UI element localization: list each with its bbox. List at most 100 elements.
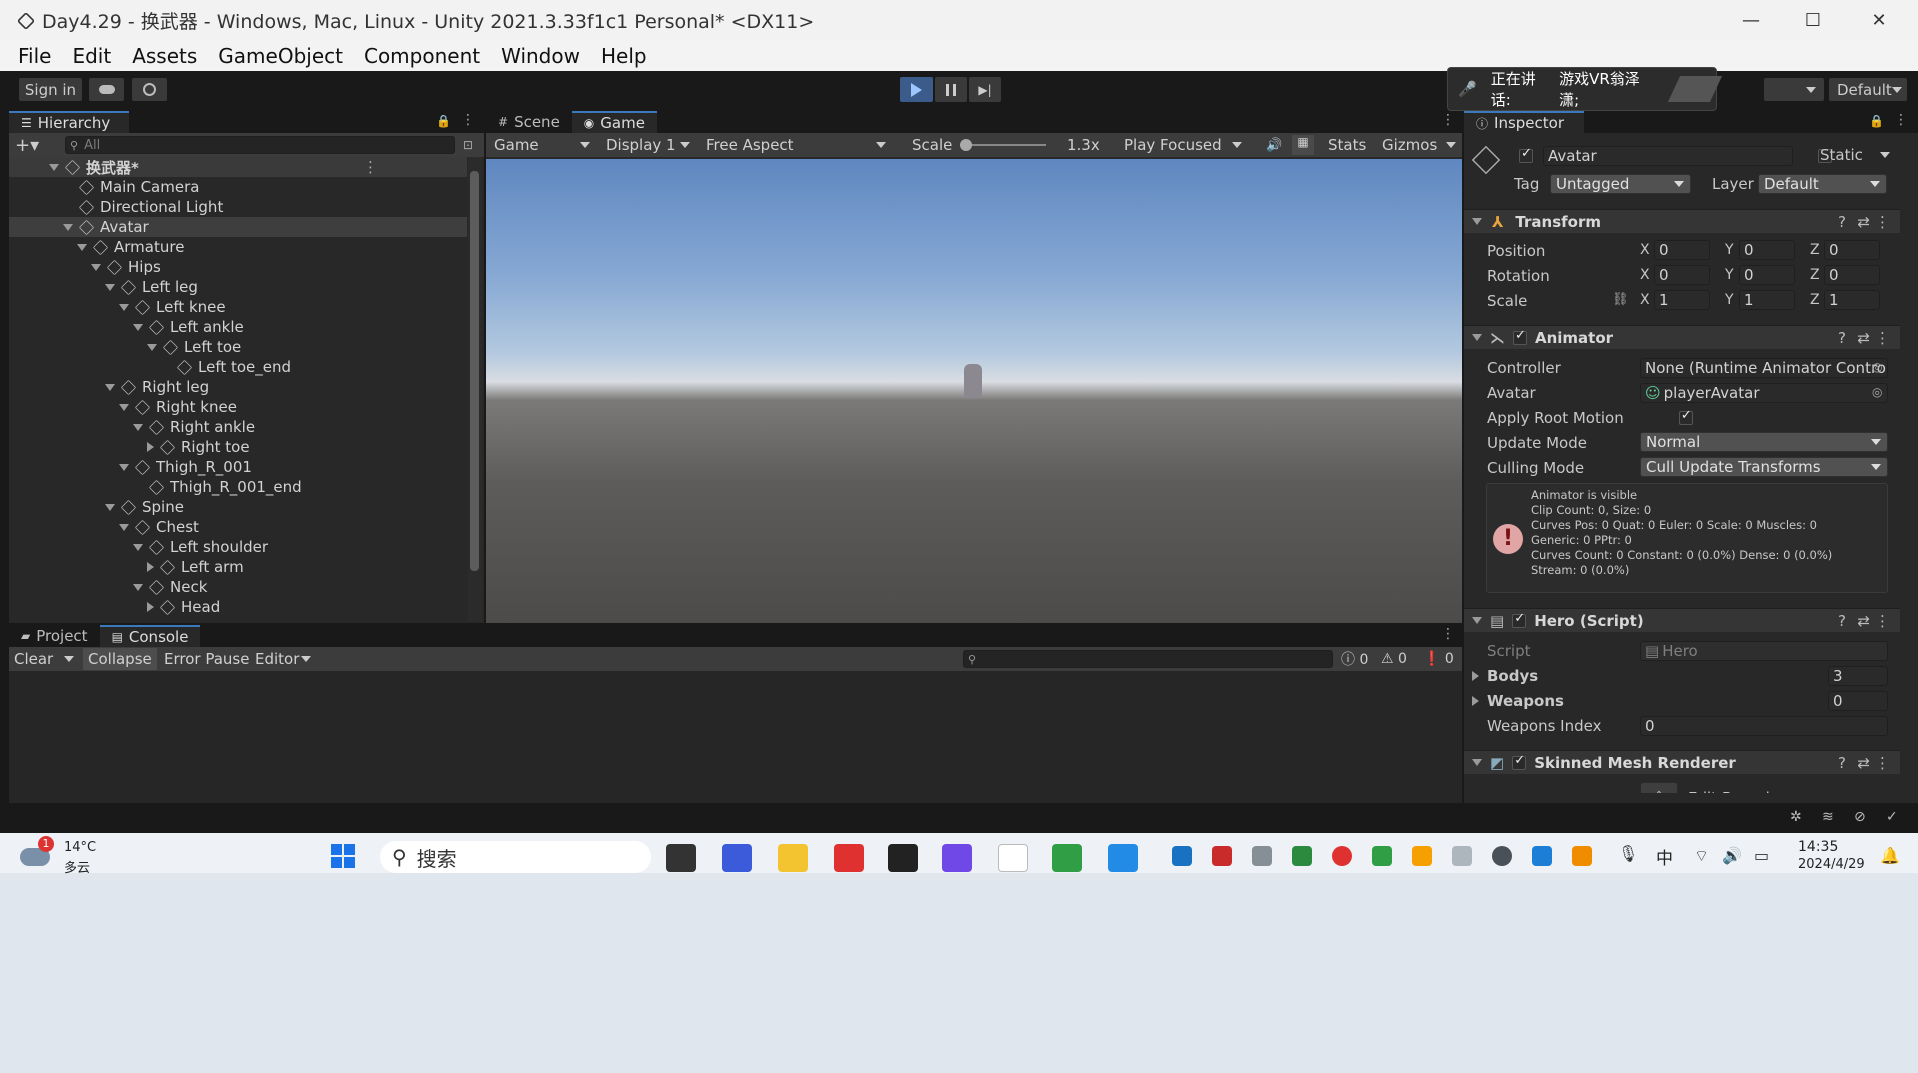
security-icon[interactable] bbox=[1532, 846, 1552, 866]
hierarchy-item[interactable]: Thigh_R_001_end bbox=[9, 477, 467, 497]
menu-item-file[interactable]: File bbox=[18, 44, 51, 68]
kebab-menu-icon[interactable]: ⋮ bbox=[1441, 112, 1455, 128]
foldout-arrow-icon[interactable] bbox=[119, 523, 129, 531]
game-viewport[interactable] bbox=[486, 159, 1462, 623]
kebab-menu-icon[interactable]: ⋮ bbox=[363, 158, 378, 176]
game-mode-dropdown[interactable]: Game bbox=[486, 136, 598, 154]
menu-item-help[interactable]: Help bbox=[601, 44, 647, 68]
log-count[interactable]: ⓘ 0 bbox=[1341, 649, 1368, 669]
tab-game[interactable]: ◉ Game bbox=[571, 111, 657, 133]
foldout-arrow-icon[interactable] bbox=[147, 562, 154, 572]
foldout-arrow-icon[interactable] bbox=[147, 343, 157, 351]
kebab-menu-icon[interactable]: ⋮ bbox=[1894, 112, 1908, 128]
foldout-arrow-icon[interactable] bbox=[147, 442, 154, 452]
file-explorer-icon[interactable] bbox=[778, 844, 808, 872]
aspect-dropdown[interactable]: Free Aspect bbox=[698, 136, 894, 154]
tray-app-icon[interactable] bbox=[1412, 846, 1432, 866]
no-auto-refresh-icon[interactable]: ⊘ bbox=[1854, 809, 1866, 825]
play-button[interactable] bbox=[900, 77, 933, 102]
system-tray[interactable]: 🎙 中 bbox=[1172, 844, 1692, 870]
foldout-arrow-icon[interactable] bbox=[49, 163, 59, 171]
lock-icon[interactable]: 🔒 bbox=[1869, 114, 1884, 128]
mute-audio-icon[interactable]: 🔊 bbox=[1266, 138, 1282, 153]
hierarchy-item[interactable]: Right toe bbox=[9, 437, 467, 457]
hierarchy-item[interactable]: Left leg bbox=[9, 277, 467, 297]
console-log-area[interactable] bbox=[9, 671, 1462, 803]
app-icon[interactable] bbox=[722, 844, 752, 872]
scale-slider-thumb[interactable] bbox=[960, 139, 972, 151]
hierarchy-item[interactable]: Armature bbox=[9, 237, 467, 257]
gizmos-dropdown[interactable]: Gizmos bbox=[1376, 136, 1462, 154]
tray-app-icon[interactable] bbox=[1292, 846, 1312, 866]
menu-item-assets[interactable]: Assets bbox=[132, 44, 197, 68]
close-button[interactable]: ✕ bbox=[1848, 0, 1910, 41]
foldout-arrow-icon[interactable] bbox=[91, 263, 101, 271]
hierarchy-item[interactable]: Neck bbox=[9, 577, 467, 597]
clear-button[interactable]: Clear bbox=[14, 650, 53, 668]
hierarchy-item[interactable]: Left knee bbox=[9, 297, 467, 317]
hierarchy-item[interactable]: Chest bbox=[9, 517, 467, 537]
warning-count[interactable]: ⚠ 0 bbox=[1381, 651, 1407, 667]
tab-console[interactable]: ▤ Console bbox=[99, 625, 201, 647]
hierarchy-item[interactable]: Avatar bbox=[9, 217, 467, 237]
foldout-arrow-icon[interactable] bbox=[63, 223, 73, 231]
layout-dropdown[interactable]: Default bbox=[1829, 78, 1907, 101]
scrollbar-thumb[interactable] bbox=[470, 171, 479, 571]
foldout-arrow-icon[interactable] bbox=[77, 243, 87, 251]
play-focused-dropdown[interactable]: Play Focused bbox=[1116, 136, 1250, 154]
hierarchy-item[interactable]: Right ankle bbox=[9, 417, 467, 437]
check-circle-icon[interactable]: ✓ bbox=[1886, 809, 1898, 825]
hierarchy-item[interactable]: Right knee bbox=[9, 397, 467, 417]
foldout-arrow-icon[interactable] bbox=[105, 283, 115, 291]
unity-hub-icon[interactable] bbox=[888, 844, 918, 872]
foldout-arrow-icon[interactable] bbox=[133, 423, 143, 431]
hierarchy-item[interactable]: Spine bbox=[9, 497, 467, 517]
kebab-menu-icon[interactable]: ⋮ bbox=[461, 112, 475, 128]
step-button[interactable]: ▶| bbox=[969, 77, 1001, 102]
tray-app-icon[interactable] bbox=[1252, 846, 1272, 866]
chat-app-icon[interactable] bbox=[1108, 844, 1138, 872]
volume-icon[interactable]: 🔊 bbox=[1722, 846, 1742, 865]
nvidia-icon[interactable] bbox=[1372, 846, 1392, 866]
notification-bell-icon[interactable]: 🔔 bbox=[1880, 846, 1900, 865]
kebab-menu-icon[interactable]: ⋮ bbox=[1441, 626, 1455, 642]
hierarchy-search-input[interactable]: ⚲ All bbox=[65, 136, 455, 154]
foldout-arrow-icon[interactable] bbox=[133, 543, 143, 551]
collapse-button[interactable]: Collapse bbox=[83, 648, 157, 670]
stats-button[interactable]: Stats bbox=[1328, 136, 1366, 154]
stats-toggle-icon[interactable]: ▦ bbox=[1292, 135, 1314, 155]
cloud-button[interactable] bbox=[89, 78, 124, 101]
hierarchy-item[interactable]: Hips bbox=[9, 257, 467, 277]
search-scope-icon[interactable]: ⊡ bbox=[463, 138, 473, 152]
menu-item-window[interactable]: Window bbox=[501, 44, 580, 68]
display-dropdown[interactable]: Display 1 bbox=[598, 136, 698, 154]
error-count[interactable]: ❗ 0 bbox=[1423, 651, 1454, 667]
clock-date[interactable]: 2024/4/29 bbox=[1798, 857, 1865, 872]
chevron-down-icon[interactable] bbox=[64, 656, 74, 662]
tray-app-icon[interactable] bbox=[1212, 846, 1232, 866]
foldout-arrow-icon[interactable] bbox=[119, 403, 129, 411]
debug-icon[interactable]: ✲ bbox=[1790, 809, 1802, 825]
wechat-icon[interactable] bbox=[1052, 844, 1082, 872]
foldout-arrow-icon[interactable] bbox=[133, 323, 143, 331]
minimize-button[interactable]: — bbox=[1720, 0, 1782, 41]
wps-icon[interactable] bbox=[834, 844, 864, 872]
layers-dropdown[interactable] bbox=[1764, 78, 1824, 101]
error-pause-button[interactable]: Error Pause bbox=[164, 650, 249, 668]
tray-app-icon[interactable] bbox=[1332, 846, 1352, 866]
hierarchy-item[interactable]: Left toe bbox=[9, 337, 467, 357]
hierarchy-item[interactable]: Left shoulder bbox=[9, 537, 467, 557]
services-button[interactable] bbox=[132, 78, 167, 101]
tab-inspector[interactable]: ⓘ Inspector bbox=[1464, 111, 1584, 133]
tab-scene[interactable]: # Scene bbox=[486, 111, 572, 133]
add-object-button[interactable]: +▾ bbox=[15, 135, 49, 156]
taskbar-search[interactable]: ⚲ 搜索 bbox=[380, 841, 651, 873]
foldout-arrow-icon[interactable] bbox=[105, 503, 115, 511]
tray-app-icon[interactable] bbox=[1572, 846, 1592, 866]
pause-button[interactable] bbox=[935, 77, 967, 102]
foldout-arrow-icon[interactable] bbox=[133, 583, 143, 591]
menu-item-gameobject[interactable]: GameObject bbox=[218, 44, 343, 68]
microphone-icon[interactable]: 🎙 bbox=[1618, 844, 1638, 863]
hierarchy-item[interactable]: Right leg bbox=[9, 377, 467, 397]
hierarchy-item[interactable]: Head bbox=[9, 597, 467, 617]
